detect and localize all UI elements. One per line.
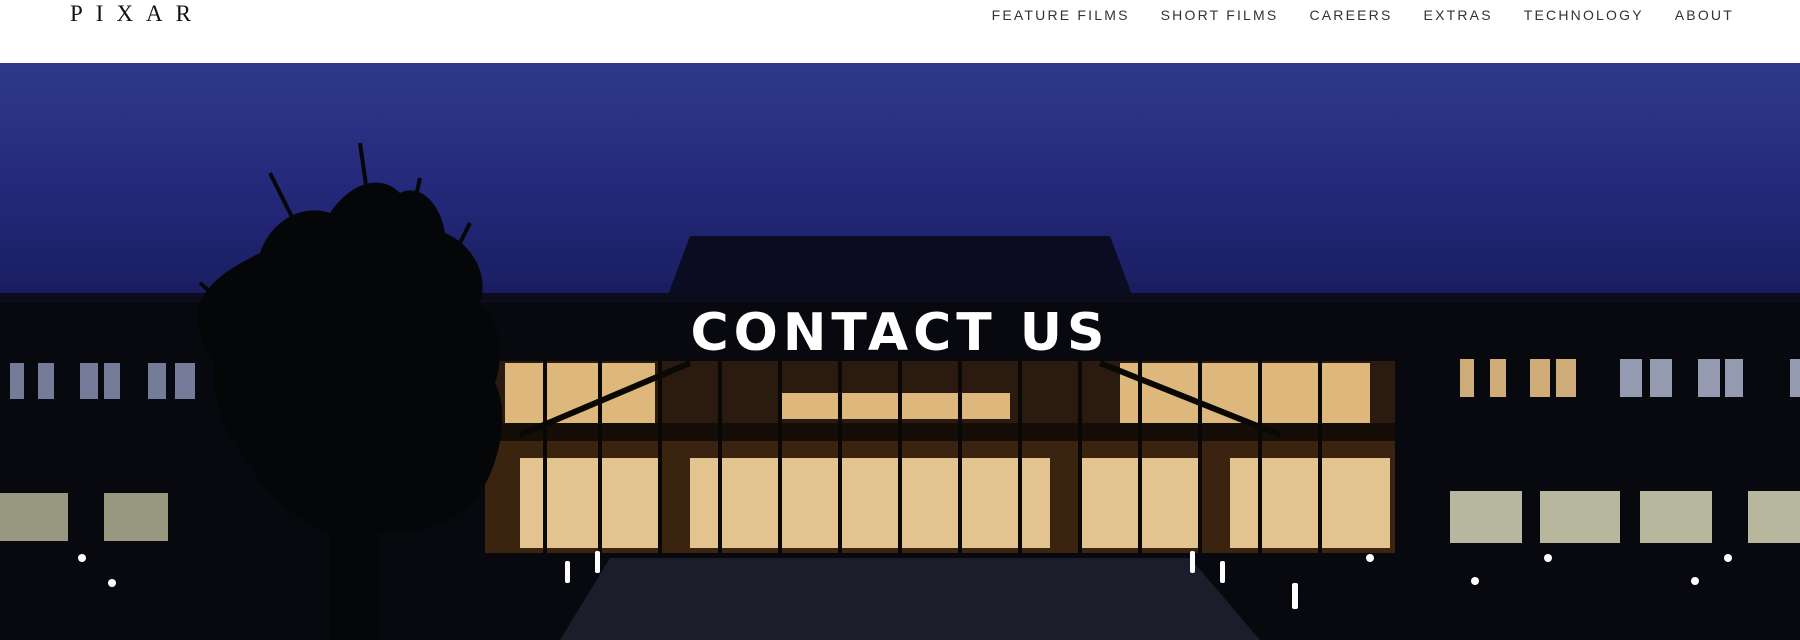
nav-careers[interactable]: CAREERS [1309,4,1392,26]
nav-short-films[interactable]: SHORT FILMS [1161,4,1279,26]
page-title: CONTACT US [690,303,1110,363]
pixar-logo[interactable]: PIXAR [70,0,204,28]
site-header: PIXAR FEATURE FILMS SHORT FILMS CAREERS … [0,0,1800,63]
nav-about[interactable]: ABOUT [1675,4,1734,26]
hero-banner: CONTACT US [0,63,1800,640]
nav-technology[interactable]: TECHNOLOGY [1524,4,1644,26]
nav-extras[interactable]: EXTRAS [1424,4,1493,26]
main-nav: FEATURE FILMS SHORT FILMS CAREERS EXTRAS… [992,4,1734,26]
nav-feature-films[interactable]: FEATURE FILMS [992,4,1130,26]
